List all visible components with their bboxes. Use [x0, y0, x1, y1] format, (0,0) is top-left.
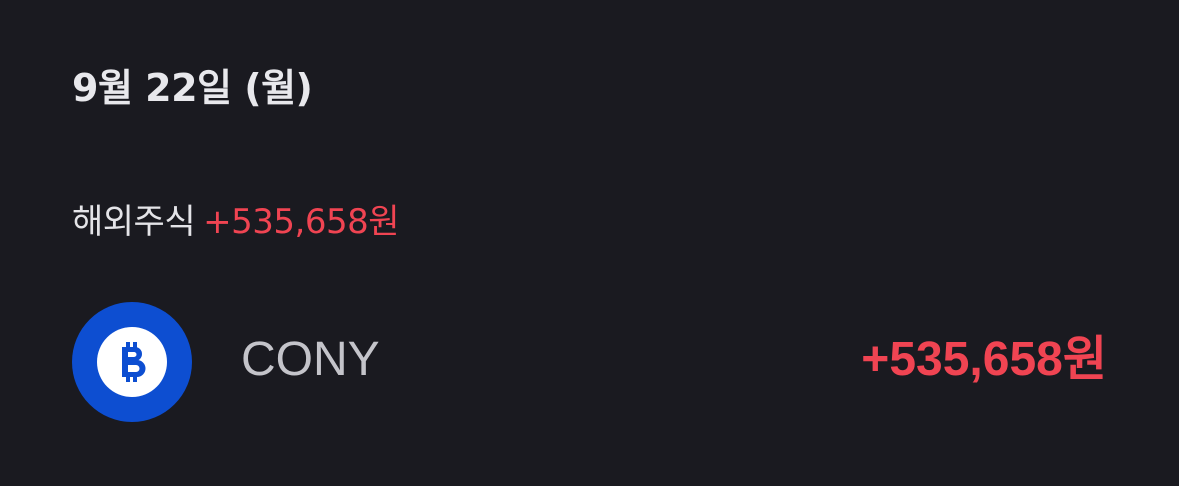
section-summary: 해외주식 +535,658원 — [72, 198, 399, 246]
stock-profit: +535,658원 — [861, 333, 1107, 386]
section-label: 해외주식 — [72, 202, 196, 242]
stock-name: CONY — [241, 333, 380, 386]
list-item[interactable]: CONY +535,658원 — [72, 302, 1107, 424]
coin-logo — [72, 302, 192, 422]
section-amount: +535,658원 — [203, 202, 399, 242]
date-heading: 9월 22일 (월) — [72, 66, 313, 110]
bitcoin-icon — [97, 327, 167, 397]
